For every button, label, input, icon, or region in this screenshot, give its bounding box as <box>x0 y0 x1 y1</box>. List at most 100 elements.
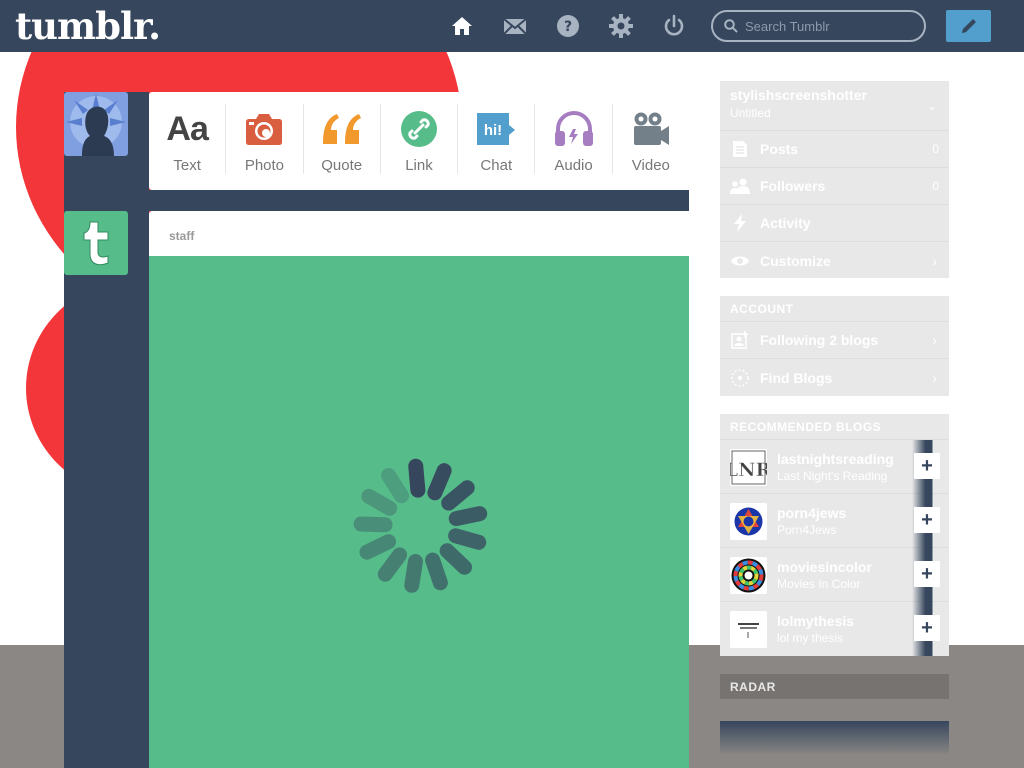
blog-name: porn4jews <box>777 505 847 521</box>
spinner-segment <box>359 534 397 560</box>
recommended-blog[interactable]: moviesincolor Movies In Color + <box>720 548 957 602</box>
followers-count: 0 <box>932 179 939 193</box>
post-type-audio[interactable]: Audio <box>535 104 613 174</box>
chevron-right-icon: › <box>932 252 937 269</box>
post-type-text[interactable]: Aa Text <box>149 104 227 174</box>
power-icon[interactable] <box>661 13 687 39</box>
post-type-label: Video <box>631 157 670 174</box>
mail-icon[interactable] <box>502 13 528 39</box>
blog-header[interactable]: stylishscreenshotter Untitled ⌄ <box>720 81 949 131</box>
pencil-icon <box>961 19 976 33</box>
home-icon[interactable] <box>449 13 475 39</box>
following-icon <box>730 330 750 350</box>
quote-icon <box>321 108 363 150</box>
sidebar-item-label: Activity <box>760 215 811 231</box>
post-type-label: Link <box>405 157 433 174</box>
spinner-segment <box>353 516 393 533</box>
post-type-quote[interactable]: Quote <box>304 104 381 174</box>
post-type-label: Audio <box>554 157 593 174</box>
account-panel: ACCOUNT Following 2 blogs › Find Blogs › <box>720 296 949 396</box>
loading-spinner-icon <box>353 458 488 593</box>
help-icon[interactable]: ? <box>555 13 581 39</box>
spinner-segment <box>425 552 448 591</box>
blog-subtitle: Untitled <box>730 106 771 120</box>
blog-panel: stylishscreenshotter Untitled ⌄ Posts 0 … <box>720 81 949 278</box>
spinner-segment <box>361 488 398 516</box>
dashboard-column-background <box>64 92 149 768</box>
account-title: ACCOUNT <box>720 296 949 322</box>
text-icon: Aa <box>166 109 208 148</box>
follow-button[interactable]: + <box>914 561 940 587</box>
lightning-icon <box>730 213 750 233</box>
spinner-segment <box>404 554 423 593</box>
post-type-link[interactable]: Link <box>381 104 459 174</box>
camera-icon <box>245 108 283 150</box>
spinner-segment <box>377 547 408 582</box>
posts-icon <box>730 139 750 159</box>
sidebar-item-label: Followers <box>760 178 826 194</box>
followers-icon <box>730 176 750 196</box>
eye-icon <box>730 251 750 271</box>
dashboard-gap <box>149 190 689 211</box>
post-type-video[interactable]: Video <box>613 104 689 174</box>
recommended-blog[interactable]: LNR lastnightsreading Last Night's Readi… <box>720 440 957 494</box>
svg-text:hi!: hi! <box>484 122 502 139</box>
top-nav-bar: tumblr. ? <box>0 0 1024 52</box>
post-header: staff <box>149 211 689 256</box>
dashboard-post: staff <box>149 211 689 768</box>
blog-name: moviesincolor <box>777 559 872 575</box>
search-icon <box>724 19 738 33</box>
chevron-right-icon: › <box>932 369 937 386</box>
headphones-icon <box>554 108 594 150</box>
search-box[interactable] <box>711 10 926 42</box>
svg-text:?: ? <box>564 19 572 35</box>
post-type-photo[interactable]: Photo <box>226 104 304 174</box>
sidebar-item-label: Find Blogs <box>760 369 833 386</box>
sidebar-item-followers[interactable]: Followers 0 <box>720 168 949 205</box>
blog-avatar[interactable] <box>730 611 767 648</box>
post-media[interactable] <box>149 256 689 768</box>
radar-post-preview[interactable] <box>720 721 949 755</box>
blog-avatar[interactable] <box>730 503 767 540</box>
spinner-segment <box>427 463 452 501</box>
recommended-blog[interactable]: porn4jews Porn4Jews + <box>720 494 957 548</box>
posts-count: 0 <box>932 142 939 156</box>
blog-avatar[interactable]: LNR <box>730 449 767 486</box>
blog-title: Last Night's Reading <box>777 469 888 483</box>
post-author-avatar[interactable] <box>64 211 128 275</box>
follow-button[interactable]: + <box>914 615 940 641</box>
blog-name: lolmythesis <box>777 613 855 629</box>
spinner-segment <box>381 468 410 504</box>
post-type-label: Quote <box>321 157 363 174</box>
sidebar-item-activity[interactable]: Activity <box>720 205 949 242</box>
gear-icon[interactable] <box>608 13 634 39</box>
recommended-title: RECOMMENDED BLOGS <box>720 414 949 440</box>
video-camera-icon <box>631 108 671 150</box>
blog-avatar[interactable] <box>730 557 767 594</box>
chevron-down-icon[interactable]: ⌄ <box>927 99 937 113</box>
sidebar-item-find-blogs[interactable]: Find Blogs › <box>720 359 949 396</box>
user-avatar[interactable] <box>64 92 128 156</box>
post-type-label: Text <box>173 157 201 174</box>
link-icon <box>400 108 438 150</box>
follow-button[interactable]: + <box>914 453 940 479</box>
tumblr-logo[interactable]: tumblr. <box>15 2 161 50</box>
blog-name: lastnightsreading <box>777 451 894 467</box>
compose-button[interactable] <box>946 10 991 42</box>
recommended-blog[interactable]: lolmythesis lol my thesis + <box>720 602 957 656</box>
blog-title: Porn4Jews <box>777 523 837 537</box>
chevron-right-icon: › <box>932 332 937 348</box>
sidebar-item-posts[interactable]: Posts 0 <box>720 131 949 168</box>
spinner-segment <box>408 458 426 498</box>
sidebar-item-customize[interactable]: Customize › <box>720 242 949 279</box>
follow-button[interactable]: + <box>914 507 940 533</box>
spinner-segment <box>441 480 475 511</box>
post-author-name[interactable]: staff <box>169 229 194 243</box>
chat-icon: hi! <box>475 108 517 150</box>
search-input[interactable] <box>745 16 915 36</box>
spinner-segment <box>448 528 487 550</box>
recommended-blogs-panel: RECOMMENDED BLOGS LNR lastnightsreading … <box>720 414 957 656</box>
post-type-chat[interactable]: hi! Chat <box>458 104 536 174</box>
sidebar-item-following[interactable]: Following 2 blogs › <box>720 322 949 359</box>
post-type-bar: Aa Text Photo Quote Link hi! Chat Audio <box>149 92 689 190</box>
